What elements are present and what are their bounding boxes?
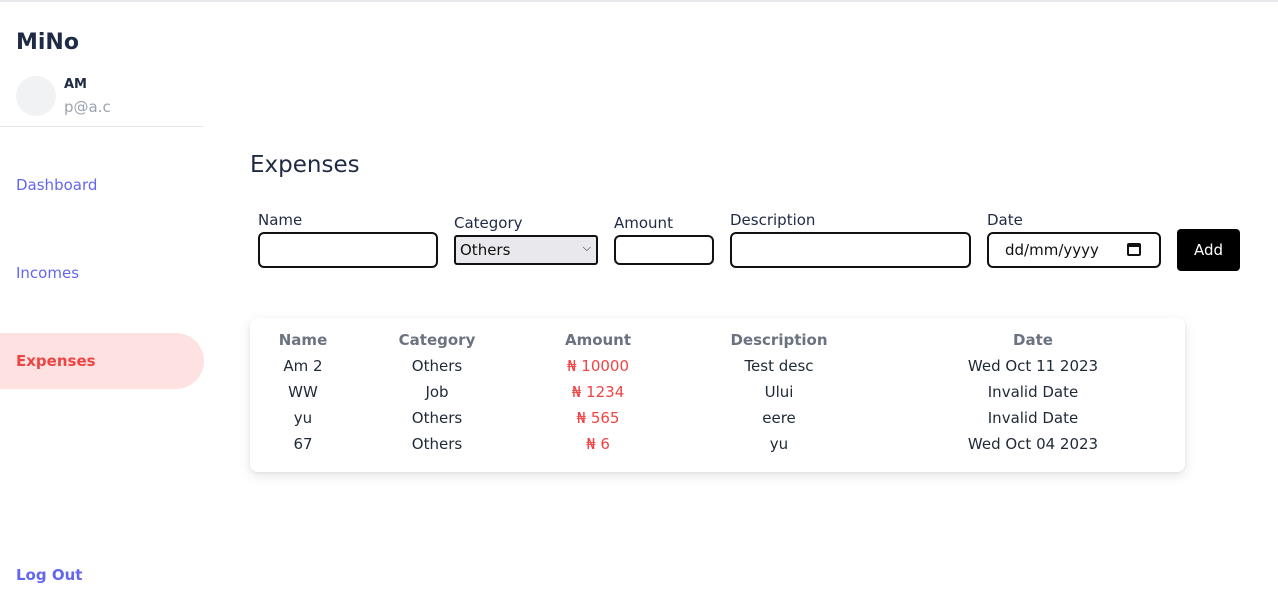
- table-cell-amount: ₦ 565: [576, 409, 620, 427]
- expenses-table: Name Category Amount Description Date Am…: [250, 318, 1185, 472]
- table-cell-category: Others: [411, 409, 463, 427]
- amount-label: Amount: [614, 214, 673, 232]
- calendar-icon[interactable]: [1127, 243, 1141, 256]
- column-header-name: Name: [278, 331, 328, 349]
- table-cell-date: Wed Oct 04 2023: [967, 435, 1099, 453]
- description-label: Description: [730, 211, 816, 229]
- user-profile: AM p@a.c: [16, 76, 204, 126]
- table-cell-category: Others: [411, 357, 463, 375]
- logout-link[interactable]: Log Out: [16, 566, 82, 584]
- sidebar-divider: [0, 126, 204, 127]
- column-header-description: Description: [730, 331, 828, 349]
- category-select-value: Others: [460, 241, 511, 259]
- table-cell-description: yu: [769, 435, 789, 453]
- table-cell-description: Ului: [764, 383, 794, 401]
- sidebar-item-incomes[interactable]: Incomes: [0, 245, 204, 301]
- avatar: [16, 76, 56, 116]
- column-header-category: Category: [398, 331, 476, 349]
- table-cell-amount: ₦ 10000: [566, 357, 630, 375]
- description-field[interactable]: [730, 232, 971, 268]
- date-field[interactable]: dd/mm/yyyy: [987, 232, 1161, 268]
- table-cell-category: Others: [411, 435, 463, 453]
- name-field[interactable]: [258, 232, 438, 268]
- column-header-amount: Amount: [564, 331, 632, 349]
- table-cell-name: Am 2: [283, 357, 323, 375]
- user-email: p@a.c: [64, 98, 111, 116]
- chevron-down-icon: ⌵: [582, 241, 591, 254]
- table-cell-amount: ₦ 6: [586, 435, 610, 453]
- add-button[interactable]: Add: [1177, 229, 1240, 271]
- table-cell-description: Test desc: [744, 357, 814, 375]
- table-cell-name: yu: [293, 409, 313, 427]
- table-cell-date: Invalid Date: [987, 409, 1079, 427]
- sidebar: MiNo AM p@a.c Dashboard Incomes Expenses…: [0, 2, 204, 602]
- date-placeholder: dd/mm/yyyy: [1005, 241, 1099, 259]
- amount-field[interactable]: [614, 235, 714, 265]
- page-title: Expenses: [250, 152, 360, 178]
- table-cell-category: Job: [425, 383, 449, 401]
- table-cell-name: 67: [293, 435, 313, 453]
- column-header-date: Date: [1013, 331, 1053, 349]
- user-initials: AM: [64, 77, 87, 92]
- table-cell-name: WW: [288, 383, 318, 401]
- table-cell-date: Wed Oct 11 2023: [967, 357, 1099, 375]
- name-label: Name: [258, 211, 303, 229]
- table-cell-description: eere: [762, 409, 796, 427]
- sidebar-item-expenses[interactable]: Expenses: [0, 333, 204, 389]
- table-cell-date: Invalid Date: [987, 383, 1079, 401]
- category-select[interactable]: Others ⌵: [454, 235, 598, 265]
- category-label: Category: [454, 214, 523, 232]
- sidebar-item-dashboard[interactable]: Dashboard: [0, 157, 204, 213]
- date-label: Date: [987, 211, 1023, 229]
- app-brand: MiNo: [16, 30, 79, 55]
- table-cell-amount: ₦ 1234: [571, 383, 625, 401]
